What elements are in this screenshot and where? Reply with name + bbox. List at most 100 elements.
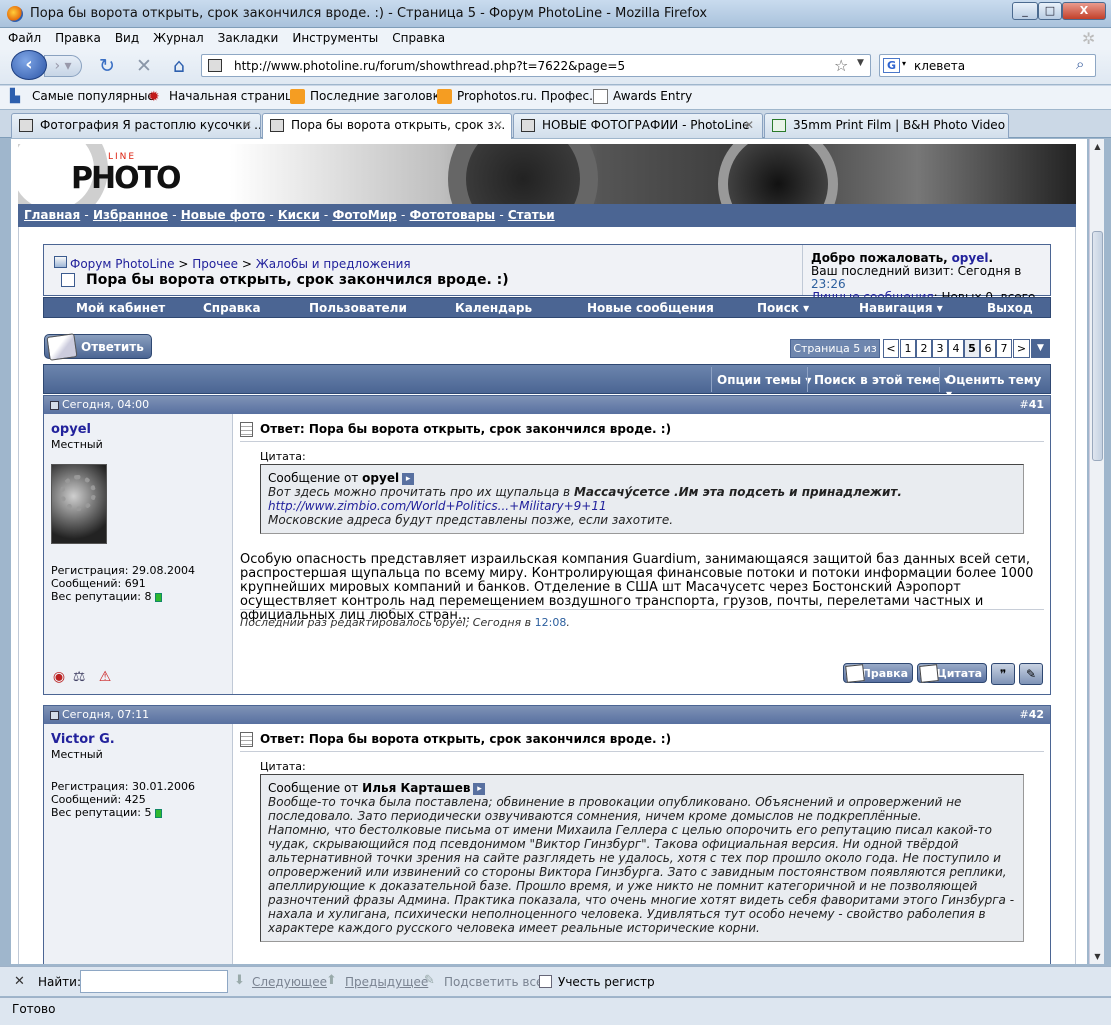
pager-menu-icon[interactable]: ▼ (1031, 339, 1050, 358)
find-prev-button[interactable]: Предыдущее (345, 975, 428, 989)
view-post-arrow-icon[interactable]: ▸ (402, 472, 415, 485)
forumnav-help[interactable]: Справка (203, 301, 261, 315)
pager-next[interactable]: > (1013, 339, 1030, 358)
thread-options[interactable]: Опции темы ▾ (717, 373, 811, 387)
tab-current-thread[interactable]: Пора бы ворота открыть, срок з... ✕ (262, 113, 512, 139)
bookmark-headlines[interactable]: Последние заголовки (310, 89, 448, 103)
match-case-checkbox[interactable] (539, 975, 552, 988)
forward-button[interactable]: › ▾ (44, 55, 82, 77)
breadcrumb-forum[interactable]: Форум PhotoLine (70, 257, 175, 271)
menu-view[interactable]: Вид (107, 28, 145, 45)
menu-file[interactable]: Файл (0, 28, 47, 45)
bookmark-prophotos[interactable]: Prophotos.ru. Профес... (457, 89, 601, 103)
post-permalink[interactable]: 42 (1029, 708, 1044, 721)
scroll-down-icon[interactable]: ▼ (1090, 949, 1105, 964)
site-logo[interactable]: PHOTO (71, 161, 182, 196)
search-bar[interactable]: G ▾ клевета ⌕ (879, 54, 1096, 77)
home-icon[interactable]: ⌂ (168, 55, 190, 77)
multiquote-button[interactable]: ❞ (991, 663, 1015, 685)
pager-page[interactable]: 1 (900, 339, 916, 358)
quote-prefix: Сообщение от (268, 471, 359, 485)
menu-bookmarks[interactable]: Закладки (210, 28, 285, 45)
thread-search[interactable]: Поиск в этой теме ▾ (814, 373, 950, 387)
pager-page[interactable]: 6 (980, 339, 996, 358)
menu-history[interactable]: Журнал (145, 28, 210, 45)
url-bar[interactable]: http://www.photoline.ru/forum/showthread… (201, 54, 871, 77)
menu-edit[interactable]: Правка (47, 28, 107, 45)
edited-text: Последний раз редактировалось opyel; Сег… (240, 616, 532, 629)
reply-button[interactable]: Ответить (44, 333, 152, 361)
edit-button[interactable]: Правка (843, 663, 913, 683)
nav-home[interactable]: Главная (24, 208, 80, 222)
page-scrollbar[interactable]: ▲ ▼ (1089, 139, 1104, 964)
url-dropdown-icon[interactable]: ▼ (857, 58, 864, 68)
google-engine-icon[interactable]: G (883, 58, 900, 73)
bookmark-star-icon[interactable]: ☆ (834, 56, 848, 75)
nav-favorites[interactable]: Избранное (93, 208, 168, 222)
divider (240, 441, 1044, 442)
bookmark-awards[interactable]: Awards Entry (613, 89, 692, 103)
pager-label: Страница 5 из 7 (790, 339, 880, 372)
edited-time: 12:08 (534, 616, 567, 629)
forumnav-new-posts[interactable]: Новые сообщения (587, 301, 714, 315)
site-banner: LINE PHOTO (18, 144, 1076, 204)
forumnav-cabinet[interactable]: Мой кабинет (76, 301, 165, 315)
quick-reply-button[interactable]: ✎ (1019, 663, 1043, 685)
tab-bh-photo[interactable]: 35mm Print Film | B&H Photo Video (764, 113, 1009, 138)
close-tab-icon[interactable]: ✕ (493, 118, 503, 132)
forumnav-users[interactable]: Пользователи (309, 301, 407, 315)
forumnav-navigation[interactable]: Навигация ▾ (859, 301, 943, 315)
find-input[interactable] (80, 970, 228, 993)
stop-icon[interactable]: ✕ (133, 55, 155, 77)
reload-icon[interactable]: ↻ (96, 55, 118, 77)
close-tab-icon[interactable]: ✕ (242, 118, 252, 132)
close-find-icon[interactable]: ✕ (14, 974, 25, 989)
url-text[interactable]: http://www.photoline.ru/forum/showthread… (234, 59, 625, 73)
match-case-label[interactable]: Учесть регистр (558, 975, 655, 989)
menu-help[interactable]: Справка (384, 28, 451, 45)
forum-home-icon[interactable] (54, 256, 67, 268)
nav-articles[interactable]: Статьи (508, 208, 555, 222)
breadcrumb-subsection[interactable]: Жалобы и предложения (256, 257, 411, 271)
tab-favicon-icon (270, 119, 284, 132)
tab-new-photos[interactable]: НОВЫЕ ФОТОГРАФИИ - PhotoLine ✕ (513, 113, 763, 138)
scroll-up-icon[interactable]: ▲ (1090, 139, 1105, 154)
nav-photogoods[interactable]: Фототовары (409, 208, 495, 222)
bookmark-start-page[interactable]: Начальная страница (169, 89, 301, 103)
search-value[interactable]: клевета (914, 59, 965, 73)
forumnav-logout[interactable]: Выход (987, 301, 1033, 315)
highlight-all-button[interactable]: Подсветить все (444, 975, 543, 989)
quote-link[interactable]: http://www.zimbio.com/World+Politics...+… (268, 499, 607, 513)
pager-prev[interactable]: < (883, 339, 899, 358)
pager-page[interactable]: 4 (948, 339, 964, 358)
post-author-link[interactable]: opyel (51, 422, 91, 437)
reputation-scale-icon[interactable]: ⚖ (70, 668, 88, 686)
nav-photoworld[interactable]: ФотоМир (332, 208, 396, 222)
forumnav-calendar[interactable]: Календарь (455, 301, 532, 315)
breadcrumb-section[interactable]: Прочее (192, 257, 238, 271)
bookmark-most-visited[interactable]: Самые популярные (32, 89, 155, 103)
search-icon[interactable]: ⌕ (1076, 55, 1084, 73)
engine-dropdown-icon[interactable]: ▾ (902, 59, 906, 68)
welcome-user-link[interactable]: opyel (952, 251, 989, 265)
nav-kiski[interactable]: Киски (278, 208, 320, 222)
pager-page[interactable]: 2 (916, 339, 932, 358)
post-author-link[interactable]: Victor G. (51, 732, 115, 747)
pager-page[interactable]: 3 (932, 339, 948, 358)
maximize-button[interactable]: □ (1038, 2, 1062, 20)
close-tab-icon[interactable]: ✕ (744, 118, 754, 132)
post-permalink[interactable]: 41 (1029, 398, 1044, 411)
tab-photo[interactable]: Фотография Я растоплю кусочки ... ✕ (11, 113, 261, 138)
view-post-arrow-icon[interactable]: ▸ (473, 782, 486, 795)
close-window-button[interactable]: X (1062, 2, 1106, 20)
menu-tools[interactable]: Инструменты (284, 28, 384, 45)
forumnav-search[interactable]: Поиск ▾ (757, 301, 809, 315)
find-next-button[interactable]: Следующее (252, 975, 327, 989)
back-button[interactable]: ‹ (11, 50, 47, 80)
scrollbar-thumb[interactable] (1092, 231, 1103, 461)
quote-button[interactable]: Цитата (917, 663, 987, 683)
pager-page[interactable]: 7 (996, 339, 1012, 358)
nav-new-photos[interactable]: Новые фото (181, 208, 265, 222)
report-post-icon[interactable]: ⚠ (96, 668, 114, 686)
minimize-button[interactable]: _ (1012, 2, 1038, 20)
